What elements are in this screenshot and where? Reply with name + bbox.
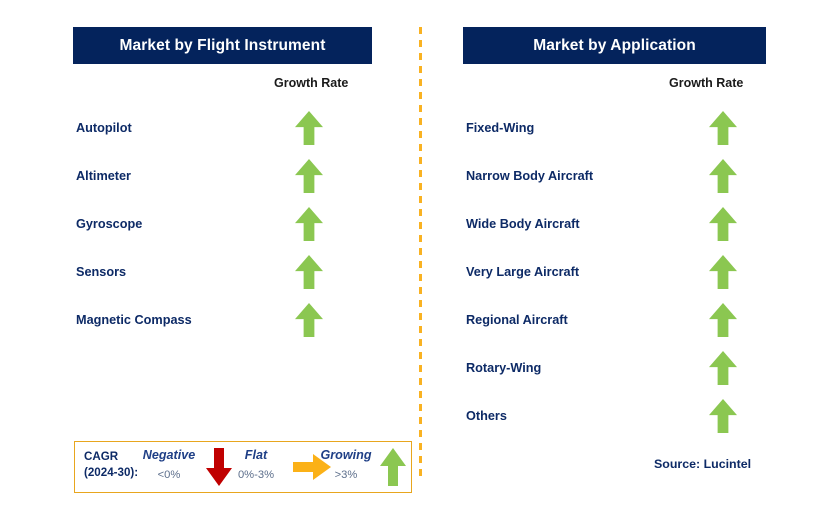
arrow-up-icon — [709, 111, 737, 145]
segment-label: Wide Body Aircraft — [466, 217, 580, 231]
segment-row: Fixed-Wing — [463, 104, 766, 152]
growth-rate-column-header-left: Growth Rate — [274, 76, 349, 90]
panel-header-application: Market by Application — [463, 27, 766, 64]
legend-entry-flat: Flat 0%-3% — [225, 442, 287, 492]
legend-entry-negative: Negative <0% — [137, 442, 201, 492]
growth-rate-column-header-right: Growth Rate — [669, 76, 744, 90]
panel-title-application: Market by Application — [533, 36, 696, 54]
segment-row: Altimeter — [73, 152, 372, 200]
segment-label: Magnetic Compass — [76, 313, 192, 327]
segment-row: Others — [463, 392, 766, 440]
segment-label: Gyroscope — [76, 217, 143, 231]
vertical-dashed-divider — [419, 27, 422, 476]
segment-label: Narrow Body Aircraft — [466, 169, 594, 183]
segment-label: Sensors — [76, 265, 127, 279]
segment-list-application: Fixed-Wing Narrow Body Aircraft Wide Body … — [463, 104, 766, 440]
legend-label-negative: Negative — [142, 448, 196, 462]
segment-row: Narrow Body Aircraft — [463, 152, 766, 200]
segment-label: Fixed-Wing — [466, 121, 535, 135]
legend-label-flat: Flat — [244, 448, 268, 462]
source-note: Source: Lucintel — [654, 457, 752, 471]
segment-row: Gyroscope — [73, 200, 372, 248]
legend-range-flat: 0%-3% — [237, 469, 275, 481]
arrow-up-icon — [709, 207, 737, 241]
panel-title-flight-instrument: Market by Flight Instrument — [119, 36, 326, 54]
panel-market-by-application: Market by Application Growth Rate Fixed-… — [463, 0, 766, 518]
segment-row: Sensors — [73, 248, 372, 296]
segment-label: Autopilot — [76, 121, 132, 135]
panel-header-flight-instrument: Market by Flight Instrument — [73, 27, 372, 64]
cagr-legend-box: CAGR (2024-30): Negative <0% Flat 0%-3% — [74, 441, 412, 493]
arrow-up-icon — [709, 159, 737, 193]
segment-row: Wide Body Aircraft — [463, 200, 766, 248]
legend-entry-growing: Growing >3% — [310, 442, 382, 492]
segment-label: Others — [466, 409, 507, 423]
segment-row: Autopilot — [73, 104, 372, 152]
segment-row: Magnetic Compass — [73, 296, 372, 344]
arrow-up-icon — [295, 207, 323, 241]
segment-row: Rotary-Wing — [463, 344, 766, 392]
segment-label: Rotary-Wing — [466, 361, 542, 375]
arrow-up-icon — [295, 159, 323, 193]
segment-row: Very Large Aircraft — [463, 248, 766, 296]
legend-range-negative: <0% — [157, 469, 181, 481]
segment-label: Altimeter — [76, 169, 131, 183]
legend-title: CAGR (2024-30): — [84, 449, 138, 481]
legend-title-line-2: (2024-30): — [84, 466, 139, 479]
arrow-up-icon — [380, 448, 406, 486]
legend-label-growing: Growing — [320, 448, 372, 462]
arrow-up-icon — [709, 303, 737, 337]
arrow-up-icon — [295, 111, 323, 145]
segment-label: Regional Aircraft — [466, 313, 568, 327]
legend-title-line-1: CAGR — [84, 450, 119, 463]
arrow-up-icon — [709, 351, 737, 385]
infographic-canvas: Market by Flight Instrument Growth Rate … — [0, 0, 829, 518]
arrow-up-icon — [295, 255, 323, 289]
segment-label: Very Large Aircraft — [466, 265, 580, 279]
segment-row: Regional Aircraft — [463, 296, 766, 344]
arrow-up-icon — [709, 399, 737, 433]
legend-range-growing: >3% — [334, 469, 358, 481]
segment-list-flight-instrument: Autopilot Altimeter Gyroscope Sensors Magnet… — [73, 104, 372, 344]
arrow-up-icon — [295, 303, 323, 337]
arrow-up-icon — [709, 255, 737, 289]
